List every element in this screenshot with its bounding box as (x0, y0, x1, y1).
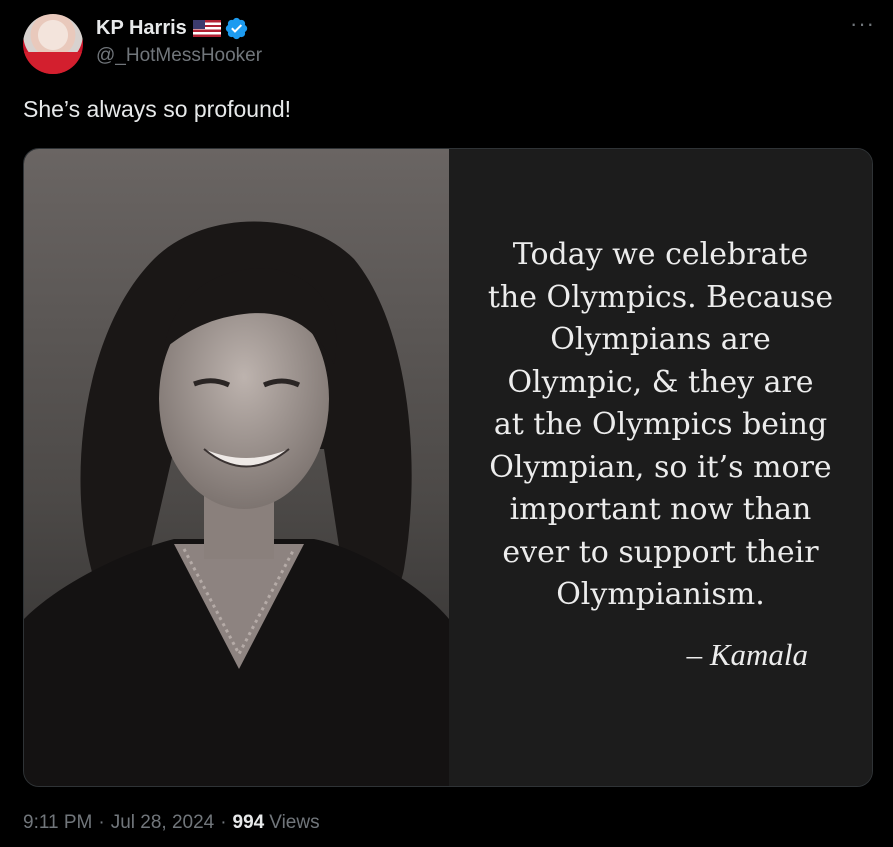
quote-text: Today we celebrate the Olympics. Because… (487, 237, 834, 612)
portrait-illustration (24, 221, 449, 786)
verified-badge-icon[interactable] (224, 16, 249, 41)
avatar-shirt (23, 52, 83, 74)
tweet-date[interactable]: Jul 28, 2024 (111, 812, 215, 834)
views-count[interactable]: 994 (233, 812, 265, 834)
tweet-media[interactable]: Today we celebrate the Olympics. Because… (23, 148, 873, 787)
user-block: KP Harris @_HotMessHooker (96, 14, 262, 67)
name-row: KP Harris (96, 14, 262, 42)
portrait-photo (24, 149, 449, 786)
us-flag-icon (192, 19, 221, 37)
tweet-meta: 9:11 PM · Jul 28, 2024 · 994 Views (23, 812, 320, 834)
quote-attribution: – Kamala (686, 637, 808, 672)
meta-separator: · (98, 812, 105, 833)
more-options-button[interactable]: ··· (850, 13, 875, 35)
avatar[interactable] (23, 14, 83, 74)
handle[interactable]: @_HotMessHooker (96, 45, 262, 67)
meta-separator: · (220, 812, 227, 833)
quote-panel: Today we celebrate the Olympics. Because… (449, 149, 872, 786)
views-label: Views (269, 812, 320, 833)
tweet-time[interactable]: 9:11 PM (23, 812, 92, 834)
display-name[interactable]: KP Harris (96, 17, 187, 40)
tweet-text: She’s always so profound! (23, 96, 292, 122)
